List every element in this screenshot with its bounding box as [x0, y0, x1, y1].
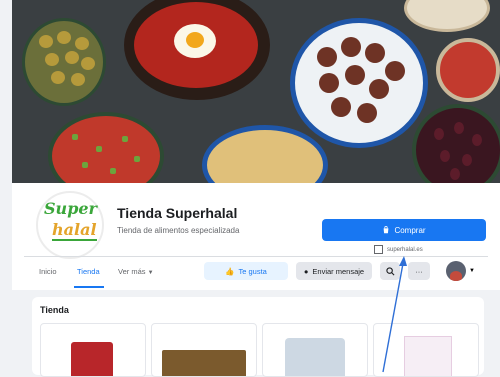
logo-text-top: Super — [44, 199, 97, 218]
like-button[interactable]: 👍 Te gusta — [204, 262, 288, 280]
dish-salad — [48, 112, 164, 183]
product-card[interactable] — [151, 323, 257, 377]
dish-meatballs — [290, 18, 428, 148]
more-icon: ··· — [415, 266, 423, 276]
chevron-down-icon: ▼ — [469, 268, 475, 274]
product-card[interactable] — [40, 323, 146, 377]
tab-label: Ver más — [118, 267, 146, 276]
chevron-down-icon: ▼ — [147, 270, 154, 276]
header-divider — [24, 256, 488, 257]
tab-label: Tienda — [77, 267, 100, 276]
tab-label: Inicio — [39, 267, 57, 276]
dish-spice — [436, 38, 500, 102]
product-image — [404, 336, 452, 376]
bag-icon — [384, 226, 389, 234]
page-title[interactable]: Tienda Superhalal — [117, 205, 237, 221]
product-image — [162, 350, 246, 376]
product-image — [285, 338, 345, 376]
page-header: Super halal Tienda Superhalal Tienda de … — [12, 183, 500, 290]
thumbs-up-icon: 👍 — [225, 266, 235, 276]
product-card[interactable] — [373, 323, 479, 377]
page-logo[interactable]: Super halal — [36, 191, 104, 259]
send-message-label: Enviar mensaje — [312, 266, 365, 276]
website-text: superhalal.es — [387, 246, 423, 253]
messenger-icon: ● — [303, 266, 309, 276]
more-button[interactable]: ··· — [408, 262, 430, 280]
shop-title: Tienda — [40, 305, 69, 315]
dish-olives — [412, 104, 500, 183]
page-description: Tienda de alimentos especializada — [117, 226, 240, 235]
like-button-label: Te gusta — [238, 266, 267, 276]
shop-section: Tienda — [32, 297, 484, 377]
cover-photo[interactable] — [12, 0, 500, 183]
tab-tienda[interactable]: Tienda — [77, 267, 100, 276]
active-tab-indicator — [74, 286, 104, 288]
dish-dip — [404, 0, 490, 32]
logo-text-bottom: halal — [52, 220, 97, 241]
dish-hummus — [202, 125, 328, 183]
tab-inicio[interactable]: Inicio — [39, 267, 57, 276]
buy-button[interactable]: Comprar — [322, 219, 486, 241]
search-icon — [385, 266, 394, 275]
buy-button-label: Comprar — [394, 225, 426, 235]
search-button[interactable] — [380, 262, 400, 280]
tab-ver-mas[interactable]: Ver más ▼ — [118, 267, 154, 276]
website-link[interactable]: superhalal.es — [374, 245, 423, 254]
profile-switcher[interactable]: ▼ — [446, 261, 475, 281]
product-card[interactable] — [262, 323, 368, 377]
external-link-icon — [374, 245, 383, 254]
product-image — [71, 342, 113, 376]
send-message-button[interactable]: ● Enviar mensaje — [296, 262, 372, 280]
dish-shakshuka — [124, 0, 270, 100]
dish-falafel — [22, 18, 106, 106]
avatar — [446, 261, 466, 281]
